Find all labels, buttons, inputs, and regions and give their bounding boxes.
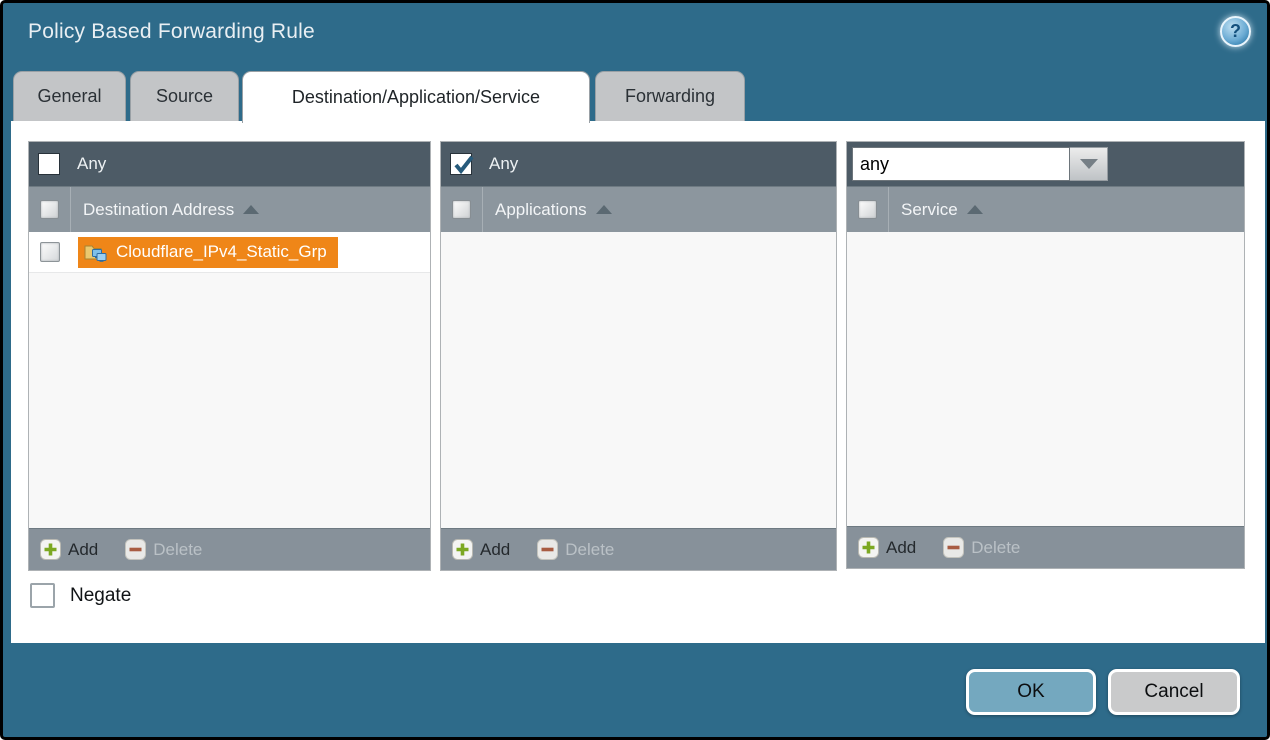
- applications-add-button[interactable]: Add: [452, 539, 510, 560]
- applications-any-checkbox[interactable]: [450, 153, 472, 175]
- list-item: Cloudflare_IPv4_Static_Grp: [29, 232, 430, 273]
- service-select-all-cell: [847, 187, 889, 232]
- destination-item-selected[interactable]: Cloudflare_IPv4_Static_Grp: [78, 237, 338, 268]
- negate-row: Negate: [30, 583, 131, 608]
- service-select-all-checkbox[interactable]: [858, 200, 877, 219]
- add-label: Add: [480, 540, 510, 560]
- tab-general-label: General: [37, 86, 101, 107]
- policy-based-forwarding-dialog: Policy Based Forwarding Rule ? General S…: [0, 0, 1270, 740]
- applications-select-all-checkbox[interactable]: [452, 200, 471, 219]
- add-icon: [858, 537, 879, 558]
- service-dropdown-row: any: [847, 142, 1244, 186]
- tab-forwarding-label: Forwarding: [625, 86, 715, 107]
- service-column: any Service Add: [846, 141, 1245, 569]
- applications-toolbar: Add Delete: [441, 528, 836, 570]
- destination-header-row: Destination Address: [29, 186, 430, 232]
- destination-item-label: Cloudflare_IPv4_Static_Grp: [116, 242, 327, 262]
- sort-ascending-icon[interactable]: [967, 205, 983, 214]
- delete-icon: [537, 539, 558, 560]
- destination-any-row: Any: [29, 142, 430, 186]
- applications-column-header[interactable]: Applications: [495, 200, 587, 220]
- destination-add-button[interactable]: Add: [40, 539, 98, 560]
- tab-content-panel: Any Destination Address: [11, 121, 1265, 643]
- destination-select-all-checkbox[interactable]: [40, 200, 59, 219]
- tab-source-label: Source: [156, 86, 213, 107]
- destination-column-header[interactable]: Destination Address: [83, 200, 234, 220]
- ok-button[interactable]: OK: [966, 669, 1096, 715]
- delete-label: Delete: [153, 540, 202, 560]
- applications-delete-button[interactable]: Delete: [537, 539, 614, 560]
- tab-forwarding[interactable]: Forwarding: [595, 71, 745, 121]
- add-icon: [452, 539, 473, 560]
- negate-label: Negate: [70, 585, 131, 607]
- applications-column: Any Applications Add: [440, 141, 837, 571]
- applications-any-label: Any: [489, 154, 518, 174]
- service-toolbar: Add Delete: [847, 526, 1244, 568]
- destination-any-label: Any: [77, 154, 106, 174]
- sort-ascending-icon[interactable]: [596, 205, 612, 214]
- help-icon[interactable]: ?: [1220, 16, 1251, 47]
- add-label: Add: [68, 540, 98, 560]
- applications-header-row: Applications: [441, 186, 836, 232]
- service-dropdown-button[interactable]: [1070, 147, 1108, 181]
- service-add-button[interactable]: Add: [858, 537, 916, 558]
- dialog-title: Policy Based Forwarding Rule: [28, 20, 315, 44]
- checkmark-icon: [452, 153, 476, 177]
- sort-ascending-icon[interactable]: [243, 205, 259, 214]
- tab-destination-label: Destination/Application/Service: [292, 87, 540, 108]
- destination-list[interactable]: Cloudflare_IPv4_Static_Grp: [29, 232, 430, 528]
- tab-destination-application-service[interactable]: Destination/Application/Service: [242, 71, 590, 123]
- delete-icon: [943, 537, 964, 558]
- cancel-button[interactable]: Cancel: [1108, 669, 1240, 715]
- applications-any-row: Any: [441, 142, 836, 186]
- service-list[interactable]: [847, 232, 1244, 526]
- add-icon: [40, 539, 61, 560]
- destination-any-checkbox[interactable]: [38, 153, 60, 175]
- service-column-header[interactable]: Service: [901, 200, 958, 220]
- negate-checkbox[interactable]: [30, 583, 55, 608]
- destination-item-checkbox[interactable]: [40, 242, 60, 262]
- tab-general[interactable]: General: [13, 71, 126, 121]
- chevron-down-icon: [1080, 159, 1098, 169]
- delete-icon: [125, 539, 146, 560]
- destination-delete-button[interactable]: Delete: [125, 539, 202, 560]
- tab-source[interactable]: Source: [130, 71, 239, 121]
- applications-select-all-cell: [441, 187, 483, 232]
- destination-select-all-cell: [29, 187, 71, 232]
- service-delete-button[interactable]: Delete: [943, 537, 1020, 558]
- applications-list[interactable]: [441, 232, 836, 528]
- destination-address-column: Any Destination Address: [28, 141, 431, 571]
- address-group-icon: [84, 242, 108, 262]
- destination-toolbar: Add Delete: [29, 528, 430, 570]
- delete-label: Delete: [565, 540, 614, 560]
- service-header-row: Service: [847, 186, 1244, 232]
- add-label: Add: [886, 538, 916, 558]
- delete-label: Delete: [971, 538, 1020, 558]
- service-dropdown-value[interactable]: any: [852, 147, 1070, 181]
